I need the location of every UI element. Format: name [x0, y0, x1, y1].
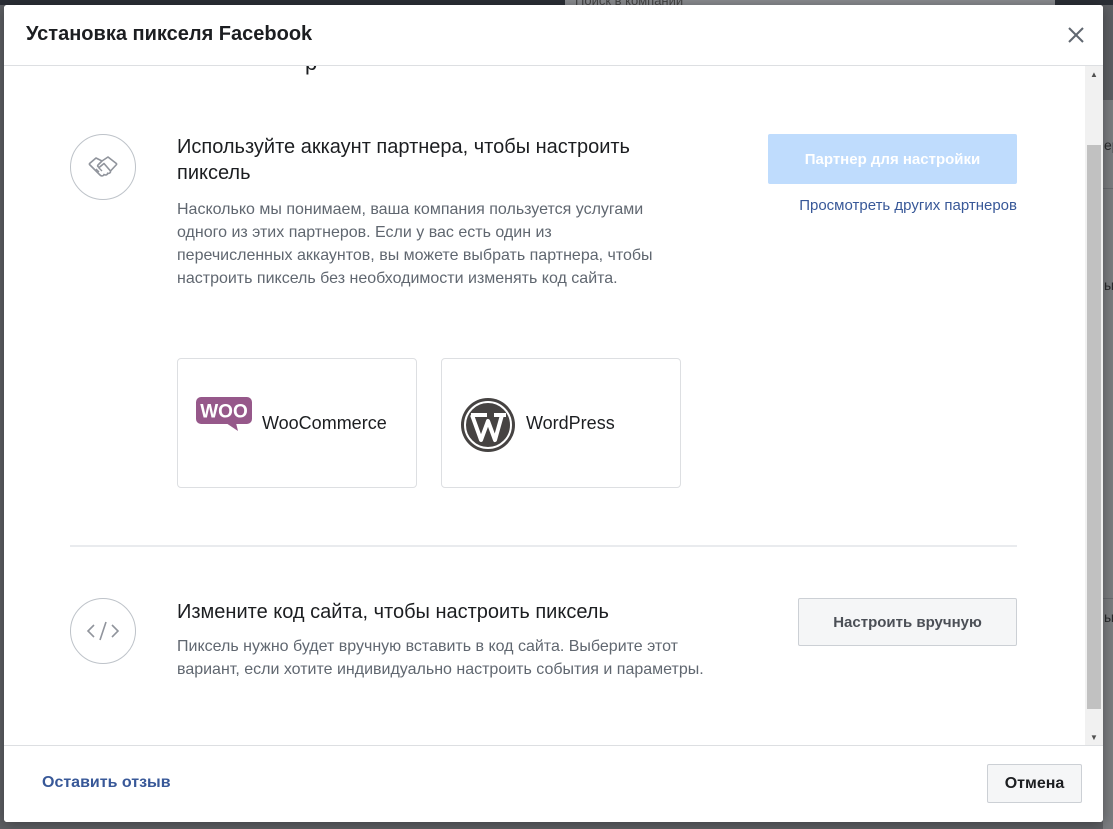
dialog-scrollbar[interactable]: ▲ ▼	[1085, 66, 1103, 745]
wordpress-logo	[460, 397, 516, 458]
background-right-panel	[1103, 100, 1113, 829]
setup-manually-button[interactable]: Настроить вручную	[798, 598, 1017, 646]
background-divider	[1103, 188, 1113, 189]
leave-feedback-link[interactable]: Оставить отзыв	[42, 774, 171, 792]
cancel-button[interactable]: Отмена	[987, 764, 1082, 803]
partner-name: WordPress	[526, 413, 615, 433]
background-label: ер	[1104, 137, 1113, 153]
pixel-setup-dialog: Установка пикселя Facebook р Используйте…	[4, 5, 1103, 822]
scrolled-heading-fragment: р	[305, 66, 317, 76]
setup-partner-button[interactable]: Партнер для настройки	[768, 134, 1017, 184]
background-divider	[1103, 598, 1113, 599]
manual-section-title: Измените код сайта, чтобы настроить пикс…	[177, 601, 609, 623]
svg-text:WOO: WOO	[200, 402, 248, 423]
background-label: ы	[1104, 277, 1113, 293]
scroll-down-icon[interactable]: ▼	[1085, 729, 1103, 745]
scrollbar-thumb[interactable]	[1087, 145, 1101, 709]
partner-section-title: Используйте аккаунт партнера, чтобы наст…	[177, 136, 630, 184]
dialog-footer: Оставить отзыв Отмена	[4, 745, 1103, 822]
code-icon	[70, 598, 136, 664]
partner-card-wordpress[interactable]: WordPress	[441, 358, 681, 488]
partner-section-description: Насколько мы понимаем, ваша компания пол…	[177, 201, 653, 287]
dialog-header: Установка пикселя Facebook	[4, 5, 1103, 66]
woocommerce-logo: WOO	[196, 397, 252, 438]
view-other-partners-link[interactable]: Просмотреть других партнеров	[768, 197, 1017, 214]
partner-name: WooCommerce	[262, 413, 387, 433]
dialog-title: Установка пикселя Facebook	[26, 23, 313, 45]
handshake-icon	[70, 134, 136, 200]
section-divider	[70, 545, 1017, 547]
manual-section-description: Пиксель нужно будет вручную вставить в к…	[177, 638, 704, 678]
background-label: ы	[1104, 609, 1113, 625]
close-icon	[1068, 27, 1084, 43]
scroll-up-icon[interactable]: ▲	[1085, 66, 1103, 82]
partner-card-woocommerce[interactable]: WOO WooCommerce	[177, 358, 417, 488]
dialog-body[interactable]: р Используйте аккаунт партнера, чтобы на…	[4, 66, 1103, 745]
close-button[interactable]	[1062, 21, 1090, 49]
